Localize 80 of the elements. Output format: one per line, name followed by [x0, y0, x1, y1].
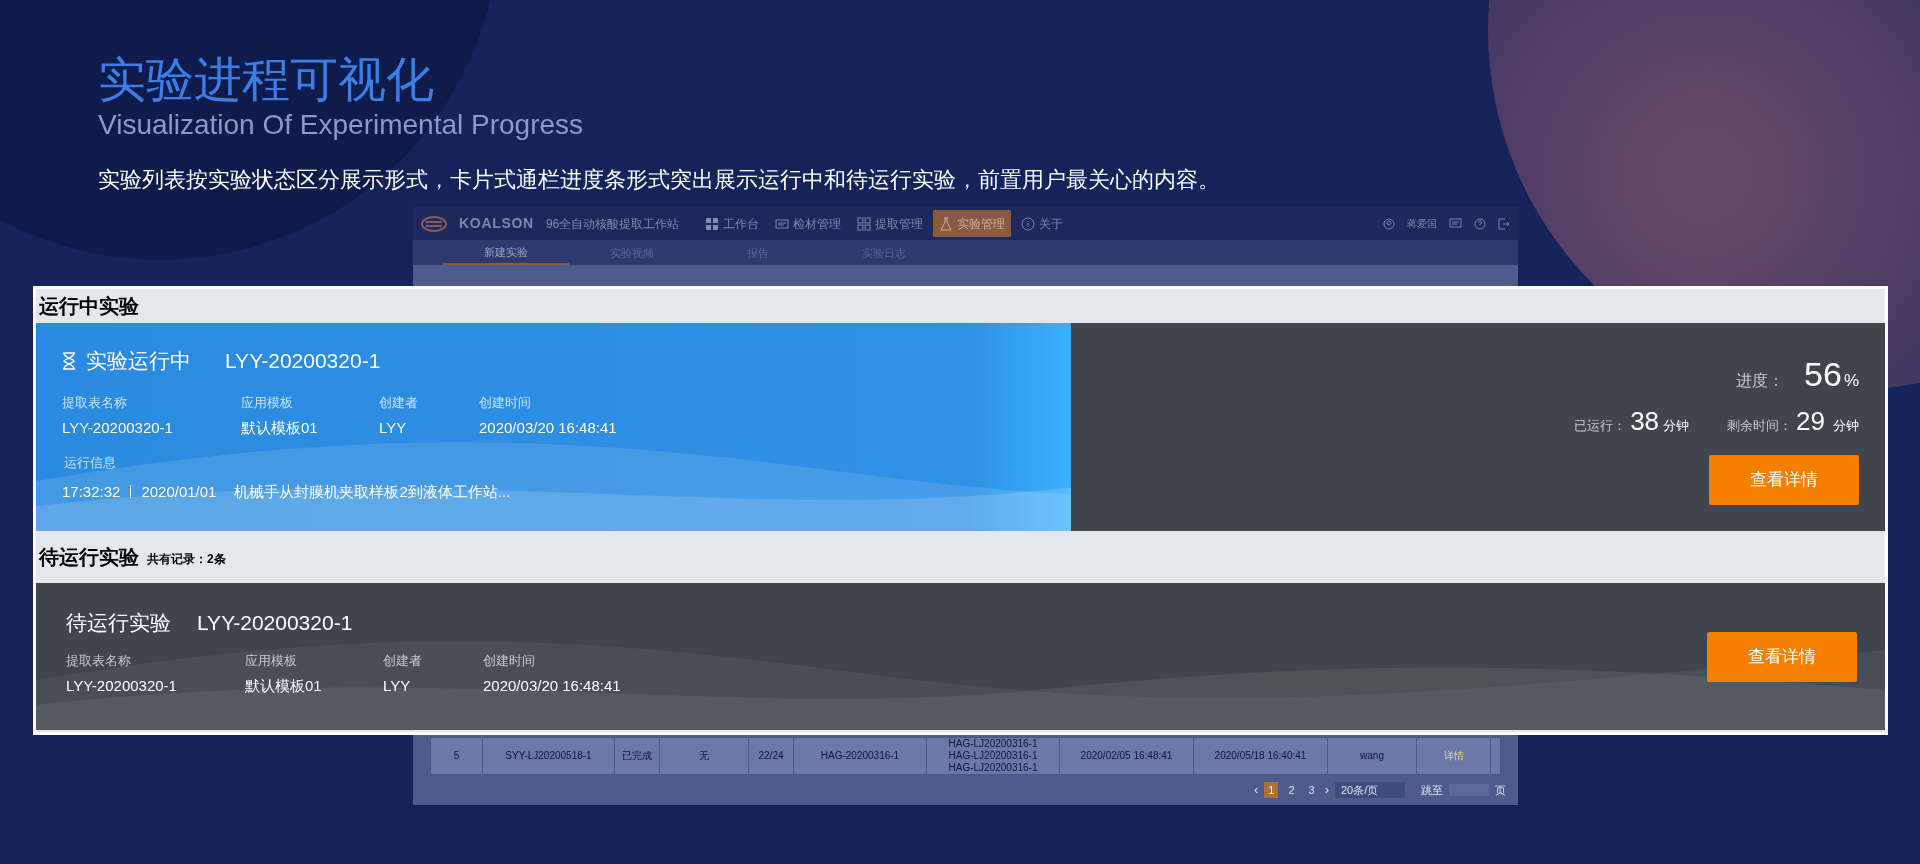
- record-count: 共有记录：2条: [147, 551, 226, 568]
- details-button[interactable]: 查看详情: [1709, 455, 1859, 505]
- table-cell: HAG-LJ20200316-1 HAG-LJ20200316-1 HAG-LJ20200316-1: [927, 738, 1060, 774]
- flask-icon: [939, 216, 954, 231]
- nav-tab[interactable]: 提取管理: [851, 210, 930, 237]
- card-icon: [775, 216, 790, 231]
- nav-tab[interactable]: 工作台: [699, 210, 766, 237]
- table-cell: 22/24: [749, 738, 794, 774]
- table-cell: 无: [660, 738, 749, 774]
- remaining-value: 29: [1796, 405, 1825, 438]
- remaining-label: 剩余时间：: [1727, 417, 1793, 435]
- table-cell: 5: [431, 738, 483, 774]
- elapsed-unit: 分钟: [1663, 417, 1690, 435]
- hourglass-icon: [62, 352, 76, 370]
- grid-icon: [705, 216, 720, 231]
- page-button[interactable]: 3: [1304, 781, 1319, 799]
- field-value: 2020/03/20 16:48:41: [479, 417, 618, 438]
- table-cell: SYY-LJ20200518-1: [483, 738, 615, 774]
- field-label: 提取表名称: [62, 394, 128, 412]
- next-page-button[interactable]: ›: [1324, 780, 1329, 800]
- grid-icon: [857, 216, 872, 231]
- field-label: 提取表名称: [66, 652, 132, 670]
- status-title: 实验运行中: [86, 348, 191, 375]
- remaining-unit: 分钟: [1833, 417, 1859, 435]
- experiment-id: LYY-20200320-1: [225, 348, 381, 375]
- field-label: 应用模板: [241, 394, 294, 412]
- field-value: LYY: [379, 417, 408, 438]
- nav-tab[interactable]: 检材管理: [769, 210, 848, 237]
- field-value: 默认模板01: [245, 675, 323, 696]
- sub-tab[interactable]: 新建实验: [443, 242, 569, 265]
- info-icon: [1021, 216, 1036, 231]
- elapsed-value: 38: [1630, 405, 1660, 438]
- field-label: 创建时间: [479, 394, 532, 412]
- page-button[interactable]: 1: [1264, 781, 1279, 799]
- progress-unit: %: [1843, 370, 1859, 392]
- nav-tab[interactable]: 实验管理: [933, 210, 1012, 237]
- page-title: 实验进程可视化: [98, 52, 435, 108]
- description: 实验列表按实验状态区分展示形式，卡片式通栏进度条形式突出展示运行中和待运行实验，前置用户最关心的内容。: [98, 166, 1221, 194]
- field-label: 创建者: [379, 394, 419, 412]
- page-button[interactable]: 2: [1284, 781, 1299, 799]
- card-title: 待运行实验: [66, 610, 171, 637]
- prev-page-button[interactable]: ‹: [1253, 780, 1259, 800]
- field-label: 创建时间: [483, 652, 536, 670]
- app-name: 96全自动核酸提取工作站: [545, 215, 680, 233]
- table-cell: 已完成: [615, 738, 660, 774]
- table-cell: HAG-20200316-1: [794, 738, 927, 774]
- field-value: LYY: [383, 675, 412, 696]
- run-date: 2020/01/01: [141, 481, 217, 502]
- logout-icon[interactable]: [1498, 217, 1510, 230]
- field-value: 2020/03/20 16:48:41: [483, 675, 622, 696]
- progress-label: 进度：: [1736, 371, 1785, 391]
- elapsed-label: 已运行：: [1574, 417, 1627, 435]
- page-unit: 页: [1495, 782, 1506, 798]
- experiment-id: LYY-20200320-1: [197, 610, 353, 637]
- table-cell: wang: [1328, 738, 1417, 774]
- section-title: 运行中实验: [39, 294, 139, 319]
- table-cell: 2020/05/18 16:40:41: [1194, 738, 1328, 774]
- info-label: 运行信息: [64, 454, 117, 472]
- section-title: 待运行实验: [39, 545, 139, 570]
- field-value: LYY-20200320-1: [62, 417, 174, 438]
- logo-icon: [421, 215, 447, 232]
- help-icon[interactable]: [1474, 217, 1486, 230]
- field-value: LYY-20200320-1: [66, 675, 178, 696]
- page-size-select[interactable]: 20条/页: [1335, 781, 1405, 799]
- table-cell[interactable]: 详情: [1417, 738, 1491, 774]
- user-icon: [1383, 217, 1395, 230]
- nav-tab[interactable]: 关于: [1015, 210, 1070, 237]
- run-time: 17:32:32: [62, 481, 121, 502]
- table-cell: 2020/02/05 16:48:41: [1060, 738, 1194, 774]
- field-label: 应用模板: [245, 652, 298, 670]
- message-icon[interactable]: [1449, 217, 1462, 230]
- progress-value: 56: [1804, 354, 1842, 395]
- details-button[interactable]: 查看详情: [1707, 632, 1857, 682]
- app-logo: KOALSON: [459, 214, 534, 233]
- user-name[interactable]: 蒋爱国: [1407, 216, 1437, 231]
- field-label: 创建者: [383, 652, 423, 670]
- run-message: 机械手从封膜机夹取样板2到液体工作站...: [234, 481, 511, 502]
- jump-label: 跳至: [1421, 782, 1443, 798]
- page-subtitle: Visualization Of Experimental Progress: [98, 108, 585, 142]
- field-value: 默认模板01: [241, 417, 319, 438]
